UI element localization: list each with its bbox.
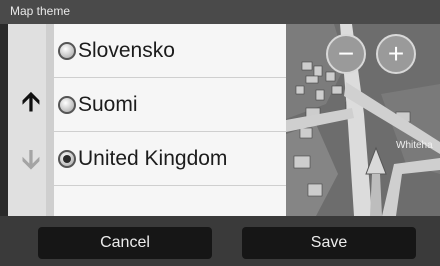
list-item-label: United Kingdom	[78, 146, 228, 170]
map-street-label: Whiteha	[396, 140, 433, 151]
plus-icon: +	[387, 38, 405, 69]
page-title: Map theme	[10, 4, 71, 18]
list-item-empty	[54, 186, 286, 216]
bottom-bar: Cancel Save	[0, 216, 440, 266]
scroll-column: 🡩 🡫	[8, 24, 54, 216]
minus-icon: −	[337, 38, 355, 69]
list-item-label: Slovensko	[78, 38, 175, 62]
scroll-column-edge	[46, 24, 54, 216]
arrow-down-icon[interactable]: 🡫	[18, 146, 44, 172]
list-item-suomi[interactable]: Suomi	[54, 78, 286, 132]
arrow-up-icon[interactable]: 🡩	[18, 88, 44, 114]
map-preview: − + Whiteha	[286, 24, 440, 216]
radio-icon[interactable]	[58, 41, 76, 60]
map-theme-list: Slovensko Suomi United Kingdom	[54, 24, 286, 216]
radio-selected-icon[interactable]	[58, 149, 76, 168]
zoom-out-button[interactable]: −	[326, 34, 366, 74]
cancel-button[interactable]: Cancel	[38, 227, 212, 259]
list-item-slovensko[interactable]: Slovensko	[54, 24, 286, 78]
list-item-united-kingdom[interactable]: United Kingdom	[54, 132, 286, 186]
zoom-in-button[interactable]: +	[376, 34, 416, 74]
radio-icon[interactable]	[58, 95, 76, 114]
list-item-label: Suomi	[78, 92, 138, 116]
save-button[interactable]: Save	[242, 227, 416, 259]
title-bar: Map theme	[0, 0, 440, 24]
